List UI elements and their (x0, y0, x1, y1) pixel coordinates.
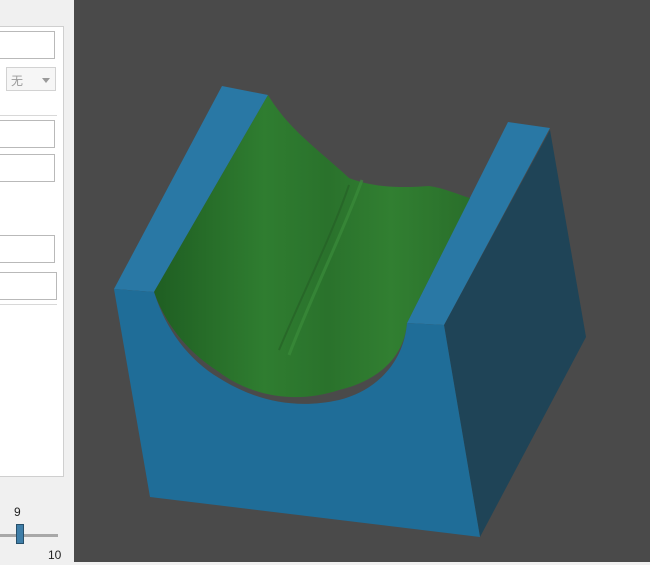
text-field-1[interactable] (0, 31, 55, 59)
separator (0, 304, 57, 305)
slider-max-label: 10 (48, 548, 62, 562)
mode-dropdown[interactable]: 无 (6, 67, 56, 91)
properties-sidebar: 无 9 10 (0, 0, 74, 562)
slider-track[interactable] (0, 534, 58, 537)
model-render (114, 86, 586, 537)
dropdown-value: 无 (11, 74, 24, 88)
separator (0, 115, 57, 116)
text-field-3[interactable] (0, 154, 55, 182)
properties-panel (0, 26, 64, 477)
slider-value-label: 9 (14, 505, 21, 519)
chevron-down-icon (42, 78, 50, 83)
slider-thumb[interactable] (16, 524, 24, 544)
text-field-2[interactable] (0, 120, 55, 148)
text-field-4[interactable] (0, 235, 55, 263)
3d-viewport[interactable] (74, 0, 650, 562)
text-field-5[interactable] (0, 272, 57, 300)
